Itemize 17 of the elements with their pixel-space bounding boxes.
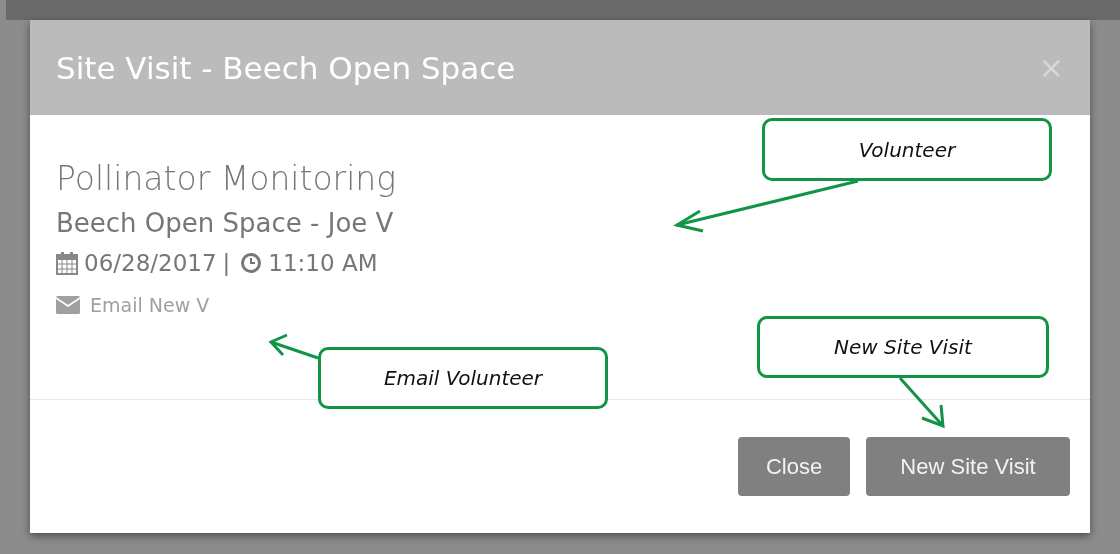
email-link[interactable]: Email New V (90, 294, 210, 316)
close-button[interactable]: Close (738, 437, 850, 496)
callout-label: Email Volunteer (318, 347, 608, 409)
callout-label: Volunteer (762, 118, 1052, 181)
new-site-visit-button[interactable]: New Site Visit (866, 437, 1070, 496)
callout-label: New Site Visit (757, 316, 1049, 378)
date-text: 06/28/2017 (84, 250, 217, 276)
envelope-icon (56, 296, 80, 314)
leader-arrow (268, 333, 319, 360)
location-text: Beech Open Space - Joe V (56, 208, 395, 238)
modal-title: Site Visit - Beech Open Space (56, 49, 516, 86)
leader-arrow (898, 377, 945, 429)
separator-text: | (222, 250, 231, 276)
event-title: Pollinator Monitoring (56, 159, 398, 198)
time-text: 11:10 AM (268, 250, 378, 276)
calendar-icon (56, 251, 78, 275)
clock-icon (240, 252, 263, 274)
